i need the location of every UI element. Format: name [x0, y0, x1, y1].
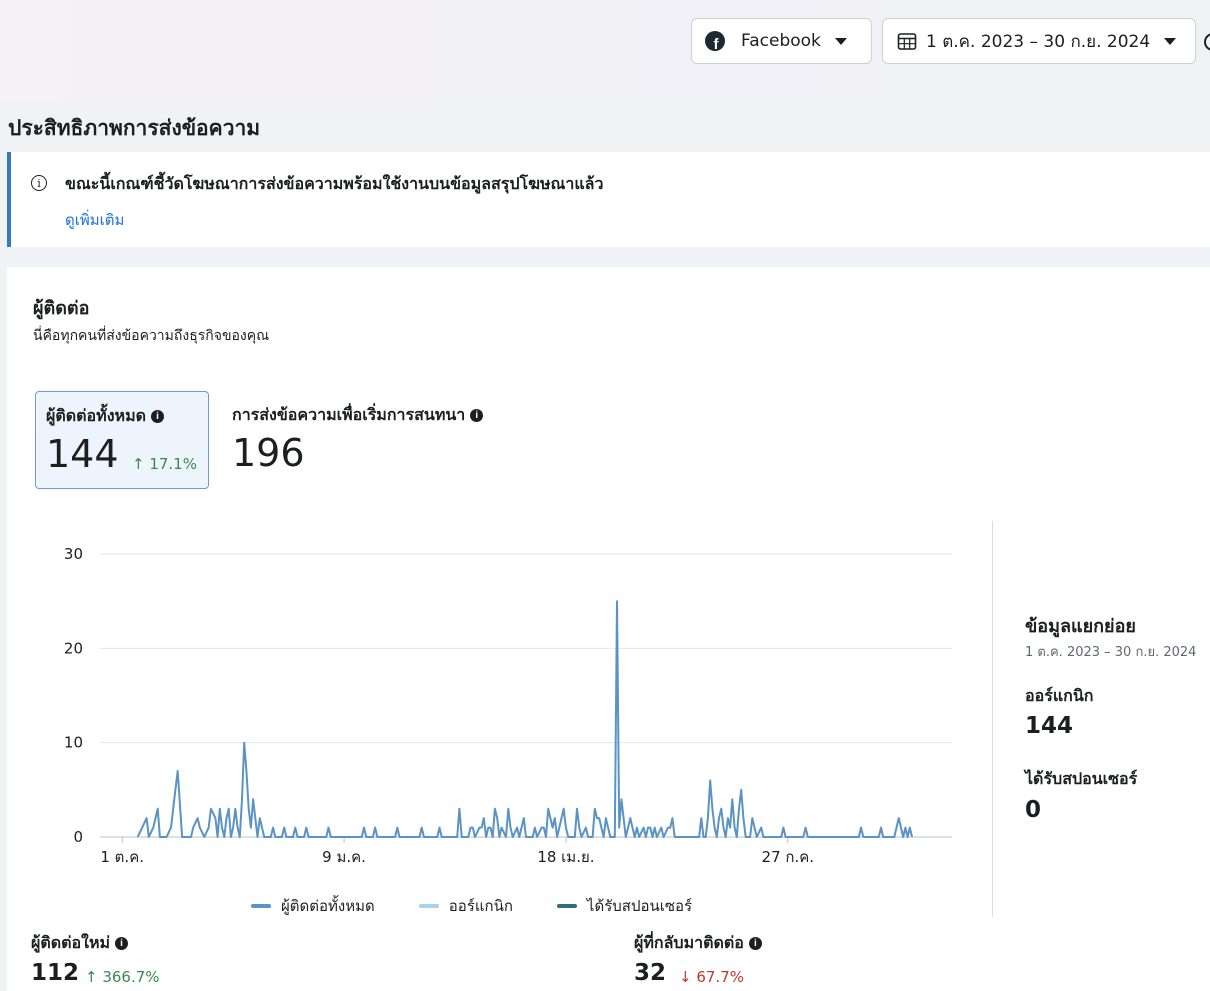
x-tick-label: 1 ต.ค.: [100, 848, 144, 866]
chart-legend: ผู้ติดต่อทั้งหมด ออร์แกนิก ได้รับสปอนเซอ…: [251, 894, 736, 918]
returning-contacts-value: 32: [634, 960, 667, 986]
legend-item-sponsored[interactable]: ได้รับสปอนเซอร์: [556, 894, 693, 918]
y-tick-label: 20: [64, 639, 83, 657]
legend-label-sponsored: ได้รับสปอนเซอร์: [586, 897, 693, 915]
date-range-dropdown[interactable]: 1 ต.ค. 2023 – 30 ก.ย. 2024: [882, 18, 1196, 64]
series-line-0[interactable]: [136, 600, 914, 838]
y-tick-label: 10: [64, 734, 83, 752]
see-more-link[interactable]: ดูเพิ่มเติม: [65, 208, 124, 232]
caret-down-icon: [1164, 37, 1177, 45]
x-tick-label: 27 ก.ค.: [762, 848, 815, 866]
facebook-icon: f: [705, 31, 725, 51]
new-contacts-change: ↑ 366.7%: [85, 968, 160, 986]
x-tick-label: 18 เม.ย.: [537, 848, 594, 866]
breakdown-date-range: 1 ต.ค. 2023 – 30 ก.ย. 2024: [1025, 645, 1197, 660]
legend-label-organic: ออร์แกนิก: [448, 897, 513, 915]
breakdown-organic-label: ออร์แกนิก: [1025, 686, 1094, 705]
y-tick-label: 30: [64, 545, 83, 563]
returning-contacts-label: ผู้ที่กลับมาติดต่อ: [634, 933, 744, 952]
calendar-icon: [897, 33, 917, 50]
contacts-card: ผู้ติดต่อ นี่คือทุกคนที่ส่งข้อความถึงธุร…: [7, 267, 1210, 991]
new-contacts-value: 112: [31, 960, 80, 986]
notice-text: ขณะนี้เกณฑ์ชี้วัดโฆษณาการส่งข้อความพร้อม…: [65, 174, 604, 193]
returning-contacts-header: ผู้ที่กลับมาติดต่อ i: [634, 931, 762, 956]
legend-label-total: ผู้ติดต่อทั้งหมด: [281, 897, 375, 915]
legend-item-organic[interactable]: ออร์แกนิก: [418, 894, 513, 918]
legend-item-total[interactable]: ผู้ติดต่อทั้งหมด: [251, 894, 375, 918]
info-icon[interactable]: i: [748, 937, 762, 950]
x-tick-label: 9 ม.ค.: [322, 848, 366, 866]
caret-down-icon: [834, 37, 847, 45]
y-tick-label: 0: [73, 828, 83, 846]
breakdown-sponsored-value: 0: [1025, 797, 1042, 823]
platform-dropdown-label: Facebook: [741, 31, 821, 51]
section-title: ประสิทธิภาพการส่งข้อความ: [8, 116, 261, 140]
breakdown-sponsored-label: ได้รับสปอนเซอร์: [1025, 769, 1138, 788]
breakdown-title: ข้อมูลแยกย่อย: [1025, 616, 1136, 637]
legend-swatch-total: [251, 904, 271, 908]
new-contacts-header: ผู้ติดต่อใหม่ i: [31, 931, 129, 956]
info-icon: i: [31, 175, 47, 191]
date-range-label: 1 ต.ค. 2023 – 30 ก.ย. 2024: [926, 31, 1151, 52]
breakdown-organic-value: 144: [1025, 713, 1074, 739]
returning-contacts-change: ↓ 67.7%: [679, 968, 744, 986]
info-icon[interactable]: i: [115, 937, 129, 950]
legend-swatch-organic: [418, 904, 439, 908]
platform-dropdown[interactable]: f Facebook: [691, 18, 872, 64]
contacts-line-chart: 0 10 20 30 1 ต.ค. 9 ม.ค. 18 เม.ย. 27 ก.ค.: [64, 545, 952, 866]
vertical-divider: [992, 521, 993, 917]
new-contacts-label: ผู้ติดต่อใหม่: [31, 933, 111, 952]
legend-swatch-sponsored: [556, 904, 577, 908]
info-notice: i ขณะนี้เกณฑ์ชี้วัดโฆษณาการส่งข้อความพร้…: [7, 152, 1210, 247]
